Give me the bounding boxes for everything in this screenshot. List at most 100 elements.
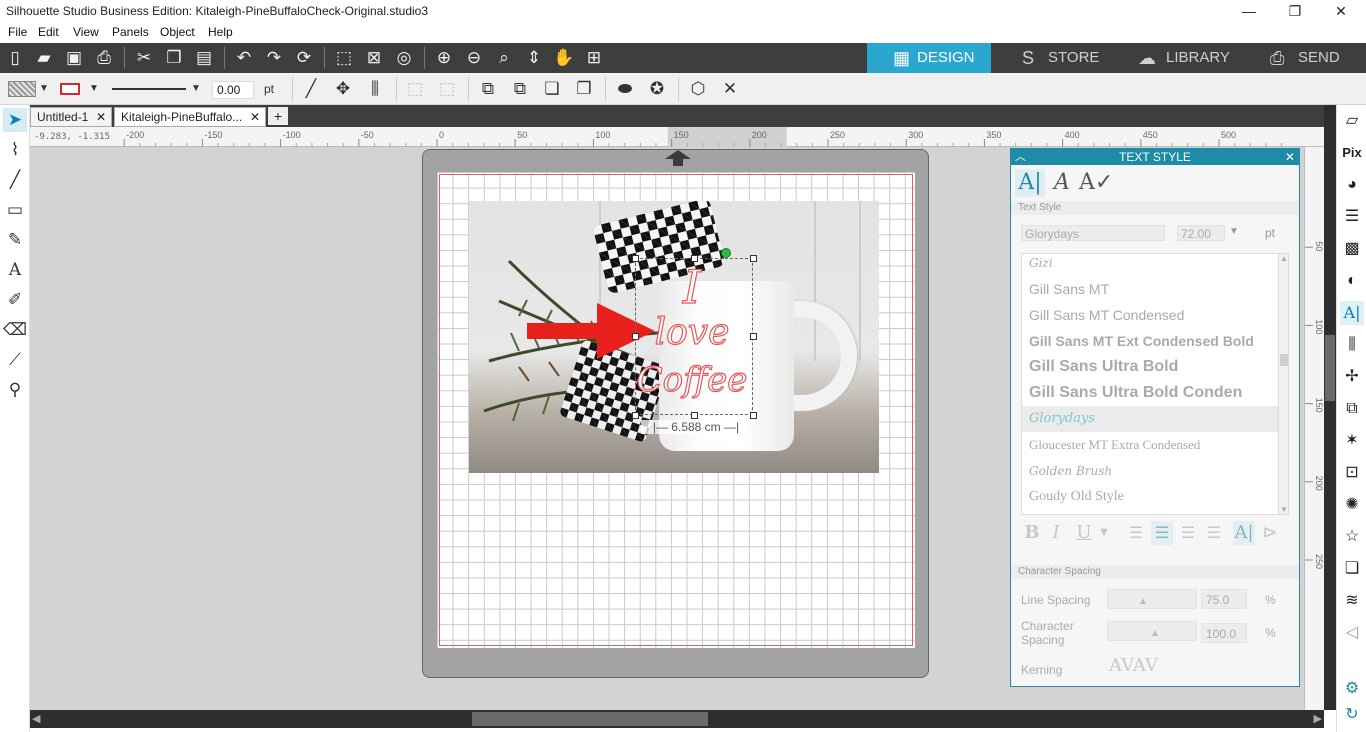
select-arrow-icon[interactable]: ➤ bbox=[3, 108, 27, 132]
resize-handle[interactable] bbox=[750, 255, 757, 262]
close-tab-icon[interactable]: ✕ bbox=[250, 110, 260, 124]
underline-dropdown-icon[interactable]: ▼ bbox=[1093, 521, 1115, 545]
hand-icon[interactable]: ✋ bbox=[553, 48, 575, 68]
bring-to-front-icon[interactable]: ⧉ bbox=[477, 78, 499, 100]
text-style-tab-icon[interactable]: A| bbox=[1015, 169, 1045, 197]
zoom-out-icon[interactable]: ⊖ bbox=[463, 48, 485, 68]
eyedropper-icon[interactable]: ⚲ bbox=[3, 378, 27, 402]
bring-forward-icon[interactable]: ❏ bbox=[541, 78, 563, 100]
close-button[interactable]: ✕ bbox=[1326, 2, 1356, 20]
font-list-item[interactable]: Gill Sans MT Condensed bbox=[1022, 302, 1278, 328]
menu-view[interactable]: View bbox=[73, 25, 99, 39]
underline-icon[interactable]: U bbox=[1073, 521, 1095, 545]
resize-handle[interactable] bbox=[632, 333, 639, 340]
doc-tab-active[interactable]: Kitaleigh-PineBuffalo... ✕ bbox=[114, 107, 266, 127]
print-icon[interactable]: ⎙ bbox=[93, 48, 115, 68]
collapse-arrow-icon[interactable]: ◁ bbox=[1340, 621, 1364, 645]
font-list-scroll-thumb[interactable] bbox=[1280, 354, 1288, 366]
tab-library[interactable]: ☁ LIBRARY bbox=[1128, 43, 1248, 73]
menu-object[interactable]: Object bbox=[160, 25, 195, 39]
undo-icon[interactable]: ↶ bbox=[233, 48, 255, 68]
rectangle-icon[interactable]: ▭ bbox=[3, 198, 27, 222]
doc-tab-untitled[interactable]: Untitled-1 ✕ bbox=[30, 107, 112, 127]
new-file-icon[interactable]: ▯ bbox=[4, 48, 26, 68]
char-spacing-field[interactable]: 100.0 bbox=[1201, 623, 1247, 643]
font-list-item[interactable]: Gill Sans MT Ext Condensed Bold bbox=[1022, 328, 1278, 354]
redo-icon[interactable]: ↷ bbox=[263, 48, 285, 68]
knife-icon[interactable]: ✐ bbox=[3, 288, 27, 312]
replicate-icon[interactable]: ⧉ bbox=[1340, 397, 1364, 421]
eraser-icon[interactable]: ⌫ bbox=[3, 318, 27, 342]
font-list-item[interactable]: Gill Sans Ultra Bold bbox=[1022, 354, 1278, 380]
send-to-back-icon[interactable]: ⧉ bbox=[509, 78, 531, 100]
add-tab-button[interactable]: + bbox=[268, 107, 288, 125]
resize-handle[interactable] bbox=[632, 412, 639, 419]
vertical-scrollbar[interactable] bbox=[1324, 105, 1336, 710]
settings-gear-icon[interactable]: ⚙ bbox=[1340, 677, 1364, 701]
slider-knob-icon[interactable]: ▲ bbox=[1150, 628, 1160, 639]
tab-design[interactable]: ▦ DESIGN bbox=[867, 43, 991, 73]
brush-icon[interactable]: ⟋ bbox=[3, 348, 27, 372]
line-color-dropdown-icon[interactable]: ▼ bbox=[89, 83, 99, 94]
line-style-preview[interactable] bbox=[112, 88, 186, 90]
font-list[interactable]: Gizi Gill Sans MT Gill Sans MT Condensed… bbox=[1021, 253, 1289, 515]
vertical-text-icon[interactable]: ⊳ bbox=[1259, 521, 1281, 545]
slider-knob-icon[interactable]: ▲ bbox=[1138, 596, 1148, 607]
text-on-path-tab-icon[interactable]: A bbox=[1047, 169, 1077, 197]
align-left-icon[interactable]: ☰ bbox=[1125, 521, 1147, 545]
vertical-scroll-thumb[interactable] bbox=[1325, 335, 1335, 401]
copy-icon[interactable]: ❐ bbox=[163, 48, 185, 68]
sketch-icon[interactable]: ≋ bbox=[1340, 589, 1364, 613]
page-setup-icon[interactable]: ▱ bbox=[1340, 109, 1364, 133]
font-list-item-selected[interactable]: Glorydays bbox=[1022, 406, 1278, 432]
line-style-dropdown-icon[interactable]: ▼ bbox=[191, 83, 201, 94]
font-size-dropdown-icon[interactable]: ▼ bbox=[1229, 226, 1239, 237]
select-by-color-icon[interactable]: ◎ bbox=[393, 48, 415, 68]
zoom-in-icon[interactable]: ⊕ bbox=[433, 48, 455, 68]
justify-icon[interactable]: ☰ bbox=[1203, 521, 1225, 545]
resize-handle[interactable] bbox=[750, 412, 757, 419]
bold-icon[interactable]: B bbox=[1021, 521, 1043, 545]
resize-handle[interactable] bbox=[632, 255, 639, 262]
contrast-icon[interactable]: ◐ bbox=[1340, 269, 1364, 293]
trace-icon[interactable]: ✺ bbox=[1340, 493, 1364, 517]
text-tool-icon[interactable]: A bbox=[3, 258, 27, 282]
tab-send[interactable]: ⎙ SEND bbox=[1260, 43, 1366, 73]
line-spacing-field[interactable]: 75.0 bbox=[1201, 589, 1247, 609]
horizontal-scroll-thumb[interactable] bbox=[472, 712, 708, 726]
menu-edit[interactable]: Edit bbox=[38, 25, 59, 39]
spell-check-tab-icon[interactable]: A✓ bbox=[1079, 169, 1113, 197]
layers-icon[interactable]: ❏ bbox=[1340, 557, 1364, 581]
point-edit-icon[interactable]: ⌇ bbox=[3, 138, 27, 162]
char-spacing-slider[interactable]: ▲ bbox=[1107, 621, 1197, 641]
align-center-icon[interactable]: ☰ bbox=[1151, 521, 1173, 545]
line-style-icon[interactable]: ☰ bbox=[1340, 205, 1364, 229]
resize-handle[interactable] bbox=[691, 255, 698, 262]
line-color-swatch[interactable] bbox=[60, 83, 80, 95]
ungroup-icon[interactable]: ⬚ bbox=[436, 78, 458, 100]
pixscan-icon[interactable]: Pix bbox=[1340, 141, 1364, 165]
scroll-left-icon[interactable]: ◀ bbox=[32, 712, 40, 725]
3d-box-icon[interactable]: ⬡ bbox=[687, 78, 709, 100]
horizontal-text-icon[interactable]: A| bbox=[1233, 521, 1255, 545]
fit-to-page-icon[interactable]: ⊞ bbox=[583, 48, 605, 68]
align-panel-icon[interactable]: ⫼ bbox=[1340, 333, 1364, 357]
font-list-scrollbar[interactable]: ▲ ▼ bbox=[1278, 254, 1288, 514]
panel-close-icon[interactable]: ✕ bbox=[1285, 149, 1295, 165]
cut-icon[interactable]: ✂ bbox=[133, 48, 155, 68]
fill-palette-icon[interactable]: ◕ bbox=[1340, 173, 1364, 197]
restore-button[interactable]: ❐ bbox=[1280, 2, 1310, 20]
offset-icon[interactable]: ⊡ bbox=[1340, 461, 1364, 485]
font-list-item[interactable]: Goudy Old Style bbox=[1022, 484, 1278, 510]
menu-file[interactable]: File bbox=[8, 25, 27, 39]
line-spacing-slider[interactable]: ▲ bbox=[1107, 589, 1197, 609]
select-all-icon[interactable]: ⬚ bbox=[333, 48, 355, 68]
menu-panels[interactable]: Panels bbox=[112, 25, 149, 39]
menu-help[interactable]: Help bbox=[208, 25, 233, 39]
horizontal-scrollbar[interactable]: ◀ ▶ bbox=[30, 710, 1324, 728]
font-list-item[interactable]: Gill Sans MT bbox=[1022, 276, 1278, 302]
font-name-field[interactable]: Glorydays bbox=[1021, 225, 1165, 241]
line-draw-icon[interactable]: ╱ bbox=[3, 168, 27, 192]
send-backward-icon[interactable]: ❐ bbox=[573, 78, 595, 100]
scroll-up-icon[interactable]: ▲ bbox=[1280, 254, 1288, 263]
